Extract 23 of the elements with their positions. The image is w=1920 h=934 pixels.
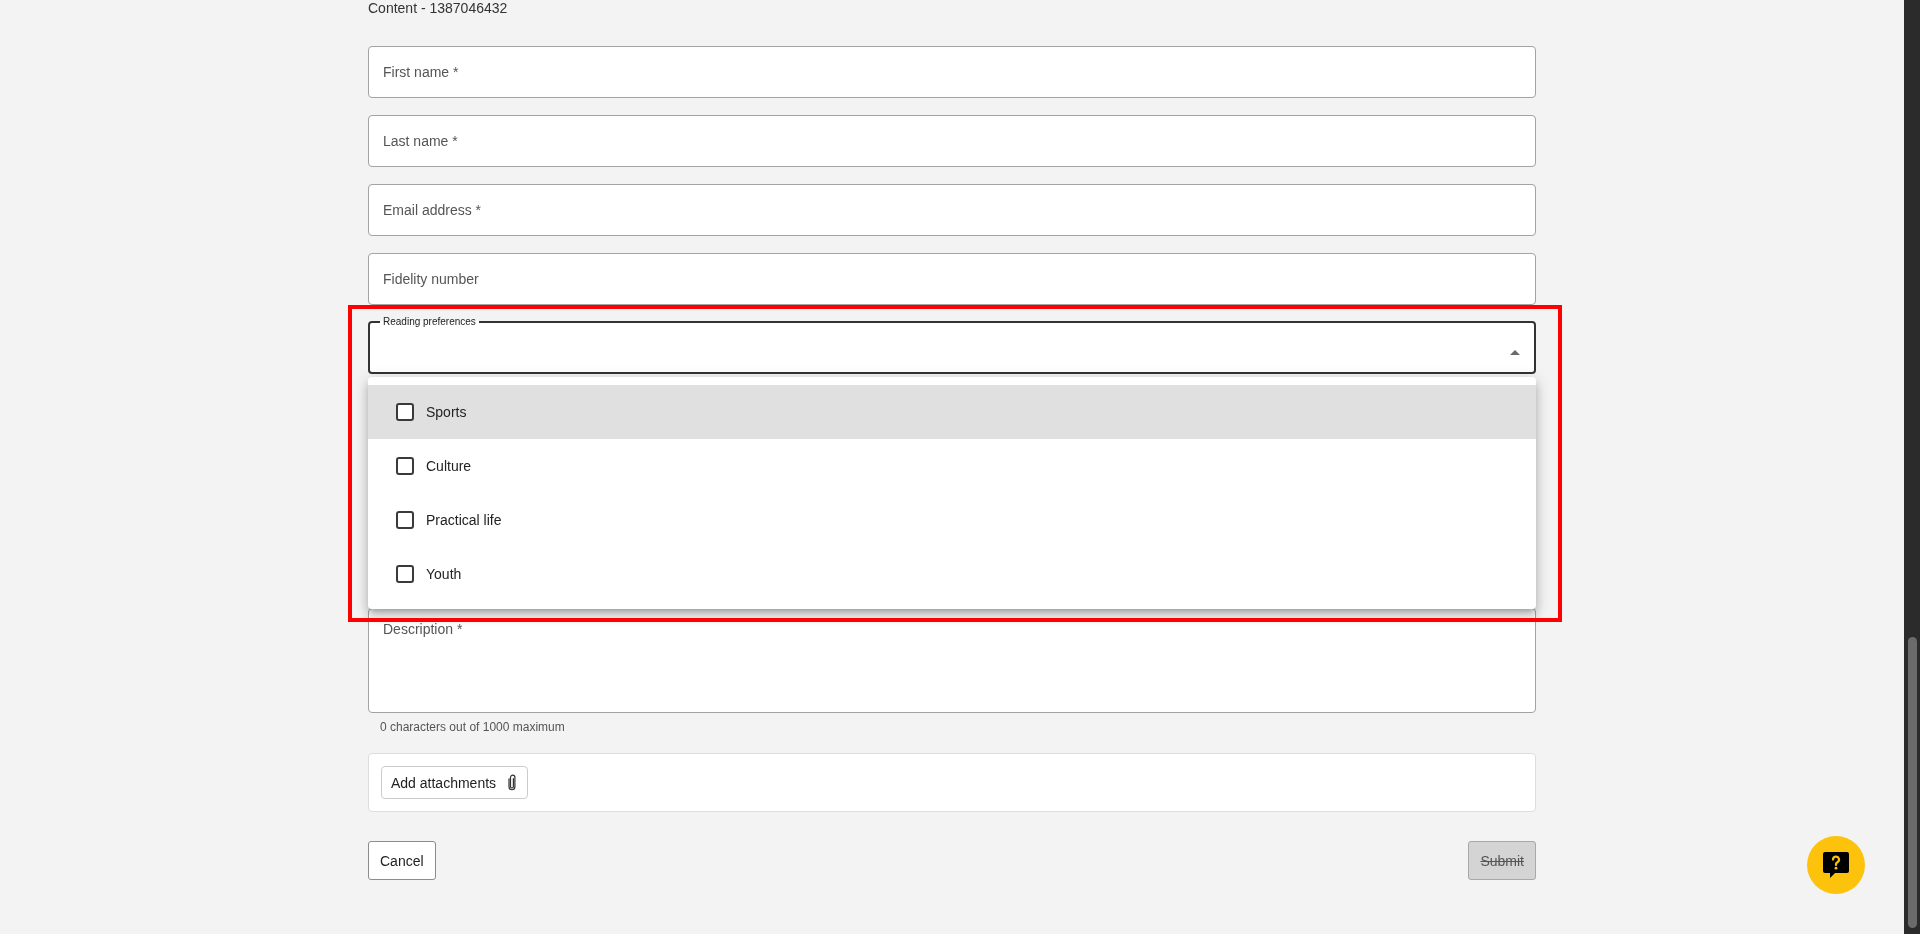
menu-option[interactable]: Culture xyxy=(368,439,1536,493)
reading-preferences-select[interactable]: Reading preferences xyxy=(368,316,1536,374)
text-field[interactable]: Fidelity number xyxy=(368,253,1536,305)
text-field[interactable]: First name * xyxy=(368,46,1536,98)
content-heading: Content - 1387046432 xyxy=(368,0,508,16)
text-field[interactable]: Email address * xyxy=(368,184,1536,236)
caret-up-icon xyxy=(1510,349,1520,355)
question-bubble-icon xyxy=(1822,851,1850,879)
checkbox[interactable] xyxy=(396,511,414,529)
character-counter: 0 characters out of 1000 maximum xyxy=(380,719,565,735)
menu-option[interactable]: Sports xyxy=(368,385,1536,439)
checkbox[interactable] xyxy=(396,457,414,475)
description-field[interactable]: Description * xyxy=(368,608,1536,713)
add-attachments-button[interactable]: Add attachments xyxy=(381,766,529,799)
paperclip-icon xyxy=(507,774,518,791)
menu-option[interactable]: Practical life xyxy=(368,493,1536,547)
scrollbar-thumb[interactable] xyxy=(1907,637,1917,928)
menu-option[interactable]: Youth xyxy=(368,547,1536,601)
checkbox[interactable] xyxy=(396,565,414,583)
help-button[interactable] xyxy=(1807,836,1865,894)
text-field[interactable]: Last name * xyxy=(368,115,1536,167)
cancel-button[interactable]: Cancel xyxy=(368,841,436,880)
checkbox[interactable] xyxy=(396,403,414,421)
